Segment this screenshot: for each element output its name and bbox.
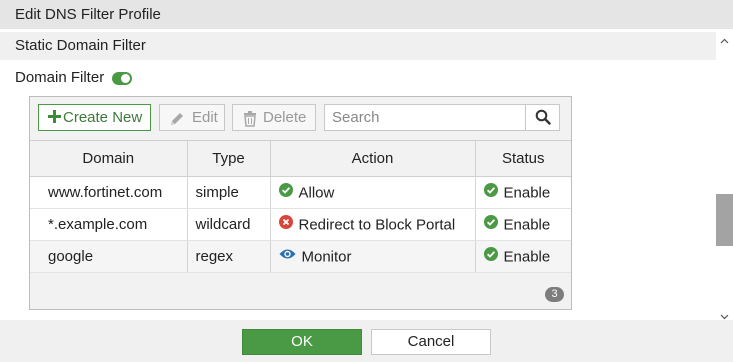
cancel-button[interactable]: Cancel bbox=[371, 329, 491, 355]
column-header-type[interactable]: Type bbox=[187, 140, 271, 177]
section-title: Static Domain Filter bbox=[0, 32, 716, 60]
domain-cell: google bbox=[30, 240, 188, 273]
domain-filter-table: Domain Type Action Status www.fortinet.c… bbox=[30, 140, 571, 273]
action-label: Redirect to Block Portal bbox=[298, 216, 456, 234]
status-cell: Enable bbox=[475, 208, 571, 241]
action-cell: Redirect to Block Portal bbox=[270, 208, 476, 241]
toolbar: Create New Edit Delete bbox=[30, 97, 571, 140]
create-new-button[interactable]: Create New bbox=[38, 104, 151, 131]
column-header-domain[interactable]: Domain bbox=[30, 140, 188, 177]
type-cell: regex bbox=[187, 240, 271, 273]
domain-filter-toggle[interactable] bbox=[112, 72, 132, 85]
content-area: Static Domain Filter Domain Filter Creat… bbox=[0, 29, 716, 320]
trash-icon bbox=[243, 110, 257, 135]
domain-cell: *.example.com bbox=[30, 208, 188, 241]
status-cell: Enable bbox=[475, 240, 571, 273]
edit-label: Edit bbox=[192, 109, 218, 126]
x-circle-icon bbox=[278, 214, 293, 233]
delete-label: Delete bbox=[263, 109, 307, 126]
table-row[interactable]: *.example.com wildcard Redirect to Block… bbox=[30, 208, 571, 241]
column-header-action[interactable]: Action bbox=[270, 140, 476, 177]
search-input[interactable] bbox=[325, 105, 526, 130]
status-label: Enable bbox=[503, 216, 551, 234]
search-icon bbox=[535, 109, 551, 130]
table-header-row: Domain Type Action Status bbox=[30, 140, 571, 177]
column-header-status[interactable]: Status bbox=[475, 140, 571, 177]
status-label: Enable bbox=[503, 248, 551, 266]
dialog: Edit DNS Filter Profile Static Domain Fi… bbox=[0, 0, 733, 362]
page-title: Edit DNS Filter Profile bbox=[0, 0, 733, 29]
domain-filter-panel: Create New Edit Delete Search Domain Typ… bbox=[29, 96, 572, 310]
action-label: Allow bbox=[298, 184, 335, 202]
delete-button[interactable]: Delete bbox=[232, 104, 316, 131]
check-circle-icon bbox=[483, 246, 498, 265]
dialog-footer: OK Cancel bbox=[0, 320, 733, 362]
domain-cell: www.fortinet.com bbox=[30, 176, 188, 209]
type-cell: wildcard bbox=[187, 208, 271, 241]
ok-button[interactable]: OK bbox=[242, 329, 362, 355]
chevron-up-icon[interactable] bbox=[720, 31, 729, 49]
action-cell: Monitor bbox=[270, 240, 476, 273]
action-label: Monitor bbox=[301, 248, 352, 266]
check-circle-icon bbox=[483, 214, 498, 233]
scrollbar-thumb[interactable] bbox=[716, 194, 733, 246]
check-circle-icon bbox=[483, 182, 498, 201]
domain-filter-label: Domain Filter bbox=[15, 69, 105, 86]
search-button[interactable] bbox=[525, 105, 559, 130]
toggle-knob bbox=[121, 74, 130, 83]
action-cell: Allow bbox=[270, 176, 476, 209]
row-count-badge: 3 bbox=[545, 287, 564, 302]
eye-icon bbox=[279, 247, 296, 264]
check-circle-icon bbox=[278, 182, 293, 201]
status-cell: Enable bbox=[475, 176, 571, 209]
search-box bbox=[324, 104, 560, 131]
table-row[interactable]: google regex Monitor Enable bbox=[30, 240, 571, 273]
table-row[interactable]: www.fortinet.com simple Allow Enable bbox=[30, 176, 571, 209]
status-label: Enable bbox=[503, 184, 551, 202]
pencil-icon bbox=[169, 110, 185, 135]
create-new-label: Create New bbox=[63, 109, 143, 126]
edit-button[interactable]: Edit bbox=[159, 104, 225, 131]
type-cell: simple bbox=[187, 176, 271, 209]
vertical-scrollbar[interactable] bbox=[716, 29, 733, 320]
plus-icon bbox=[48, 110, 61, 123]
